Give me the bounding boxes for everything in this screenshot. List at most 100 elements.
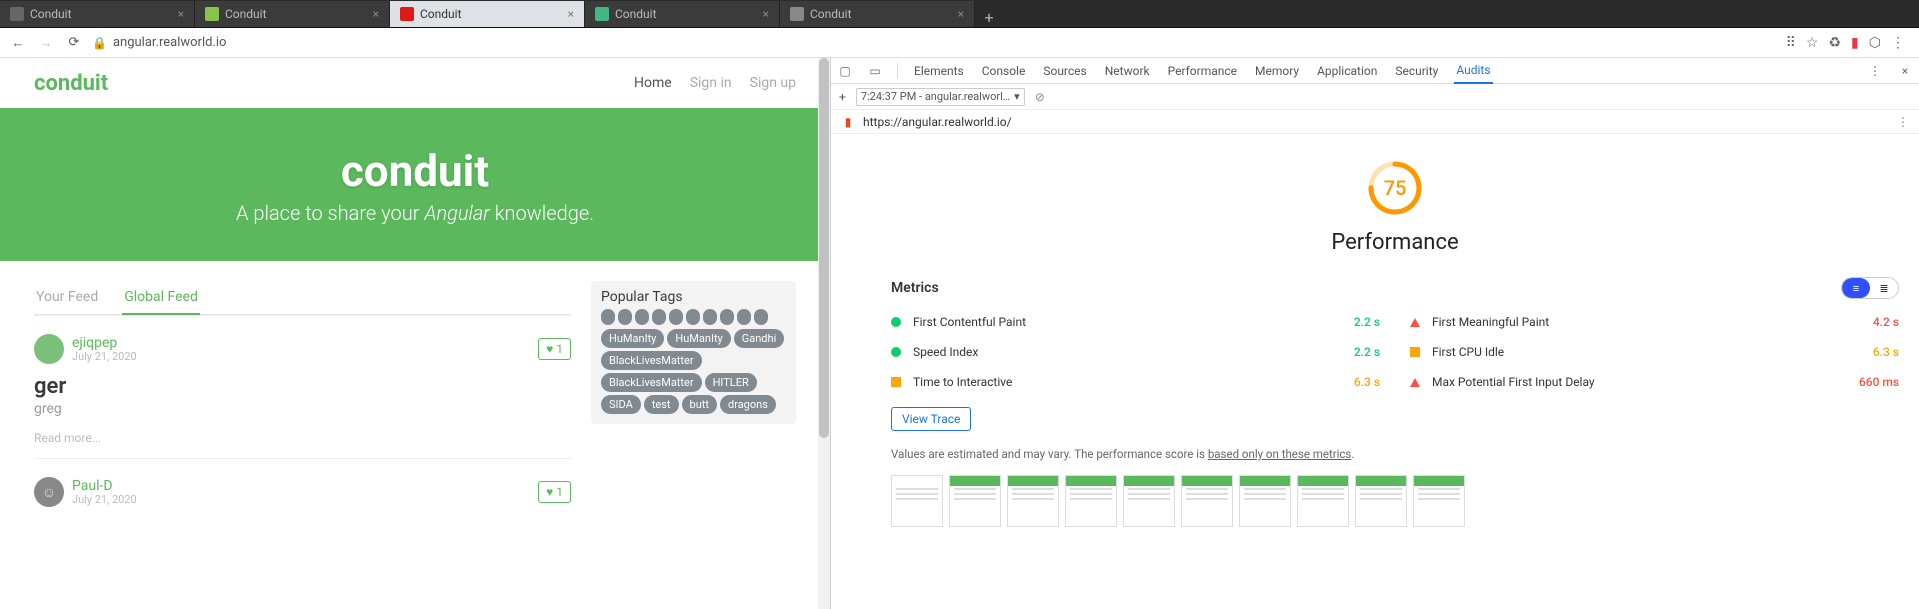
devtools-tab[interactable]: Console [980,64,1028,78]
tag[interactable]: HuManIty [601,329,664,348]
filmstrip-frame[interactable] [891,475,943,527]
avatar[interactable]: ☺ [34,477,64,507]
filmstrip [891,475,1899,527]
status-icon [891,377,901,387]
nav-link-signup[interactable]: Sign up [750,75,796,91]
extension-icon[interactable]: ⬡ [1869,35,1881,51]
filmstrip-frame[interactable] [1355,475,1407,527]
recycle-icon[interactable]: ♻ [1828,35,1841,51]
url-input[interactable]: 🔒 angular.realworld.io [92,35,1778,50]
address-bar: ← → ⟳ 🔒 angular.realworld.io ⠿ ☆ ♻ ▮ ⬡ ⋮ [0,28,1919,58]
devtools-tab[interactable]: Application [1315,64,1379,78]
reload-button[interactable]: ⟳ [64,33,84,53]
scroll-thumb[interactable] [819,58,829,438]
browser-tab[interactable]: Conduit× [195,1,390,27]
tag[interactable]: butt [682,395,717,414]
close-icon[interactable]: × [568,7,574,21]
device-icon[interactable]: ▭ [867,63,883,79]
view-trace-button[interactable]: View Trace [891,407,971,431]
tag[interactable] [652,309,666,325]
filmstrip-frame[interactable] [1065,475,1117,527]
like-button[interactable]: ♥1 [538,338,571,360]
browser-tab-active[interactable]: Conduit× [390,1,585,27]
filmstrip-frame[interactable] [1007,475,1059,527]
tag[interactable]: HITLER [705,373,757,392]
like-button[interactable]: ♥1 [538,481,571,503]
nav-link-home[interactable]: Home [634,75,672,91]
browser-tab[interactable]: Conduit× [780,1,975,27]
browser-tab[interactable]: Conduit× [0,1,195,27]
lighthouse-icon[interactable]: ▮ [1851,35,1859,51]
audit-url: https://angular.realworld.io/ [863,115,1012,129]
filmstrip-frame[interactable] [1413,475,1465,527]
tag[interactable] [686,309,700,325]
translate-icon[interactable]: ⠿ [1786,35,1796,51]
more-icon[interactable]: ⋮ [1897,115,1909,129]
devtools-tab[interactable]: Memory [1253,64,1301,78]
toggle-compact-icon[interactable]: ≡ [1842,278,1870,298]
toggle-expanded-icon[interactable]: ≣ [1870,278,1898,298]
browser-tab[interactable]: Conduit× [585,1,780,27]
tag-row: HuManItyHuManItyGandhiBlackLivesMatterBl… [601,329,786,414]
tag[interactable]: dragons [720,395,776,414]
tab-global-feed[interactable]: Global Feed [122,281,200,315]
inspect-icon[interactable]: ▢ [837,63,853,79]
author-link[interactable]: Paul-D [72,479,137,493]
metric-name: First Contentful Paint [913,315,1354,329]
tag[interactable] [737,309,751,325]
back-button[interactable]: ← [8,33,28,53]
author-link[interactable]: ejiqpep [72,336,137,350]
scrollbar[interactable] [818,58,830,609]
new-tab-button[interactable]: + [975,8,1003,27]
filmstrip-frame[interactable] [1123,475,1175,527]
tag[interactable]: BlackLivesMatter [601,351,702,370]
tag[interactable]: HuManIty [667,329,730,348]
tag[interactable] [669,309,683,325]
close-icon[interactable]: × [958,7,964,21]
devtools-tab[interactable]: Elements [912,64,966,78]
run-selector[interactable]: 7:24:37 PM - angular.realworl…▾ [856,88,1025,106]
tag[interactable]: BlackLivesMatter [601,373,702,392]
metrics-view-toggle[interactable]: ≡ ≣ [1841,277,1899,299]
tag[interactable] [703,309,717,325]
brand-logo[interactable]: conduit [34,71,108,96]
article-title[interactable]: ger [34,374,571,399]
performance-gauge: 75 [1367,160,1423,216]
devtools-tab[interactable]: Network [1103,64,1152,78]
nav-link-signin[interactable]: Sign in [690,75,732,91]
devtools-tab[interactable]: Sources [1041,64,1088,78]
tag[interactable] [720,309,734,325]
tab-your-feed[interactable]: Your Feed [34,281,100,315]
tag[interactable]: test [644,395,679,414]
tag[interactable] [618,309,632,325]
disclaimer-link[interactable]: based only on these metrics [1208,447,1352,461]
devtools-tab-active[interactable]: Audits [1454,58,1492,84]
tag[interactable]: SIDA [601,395,641,414]
tag[interactable] [635,309,649,325]
star-icon[interactable]: ☆ [1806,35,1819,51]
forward-button[interactable]: → [36,33,56,53]
avatar[interactable] [34,334,64,364]
tag[interactable] [754,309,768,325]
clear-icon[interactable]: ⊘ [1035,90,1045,104]
close-icon[interactable]: × [373,7,379,21]
more-icon[interactable]: ⋮ [1867,63,1883,79]
tag[interactable]: Gandhi [734,329,785,348]
nav-links: Home Sign in Sign up [634,75,796,91]
devtools-tab[interactable]: Performance [1166,64,1239,78]
filmstrip-frame[interactable] [949,475,1001,527]
filmstrip-frame[interactable] [1239,475,1291,527]
tag[interactable] [601,309,615,325]
metric-name: Speed Index [913,345,1354,359]
close-icon[interactable]: × [1897,63,1913,79]
close-icon[interactable]: × [178,7,184,21]
filmstrip-frame[interactable] [1297,475,1349,527]
close-icon[interactable]: × [763,7,769,21]
add-icon[interactable]: + [839,90,846,104]
more-icon[interactable]: ⋮ [1891,35,1905,51]
devtools-tab[interactable]: Security [1393,64,1440,78]
read-more-link[interactable]: Read more... [34,431,101,445]
url-text: angular.realworld.io [113,35,227,50]
filmstrip-frame[interactable] [1181,475,1233,527]
metric-value: 2.2 s [1354,345,1380,359]
